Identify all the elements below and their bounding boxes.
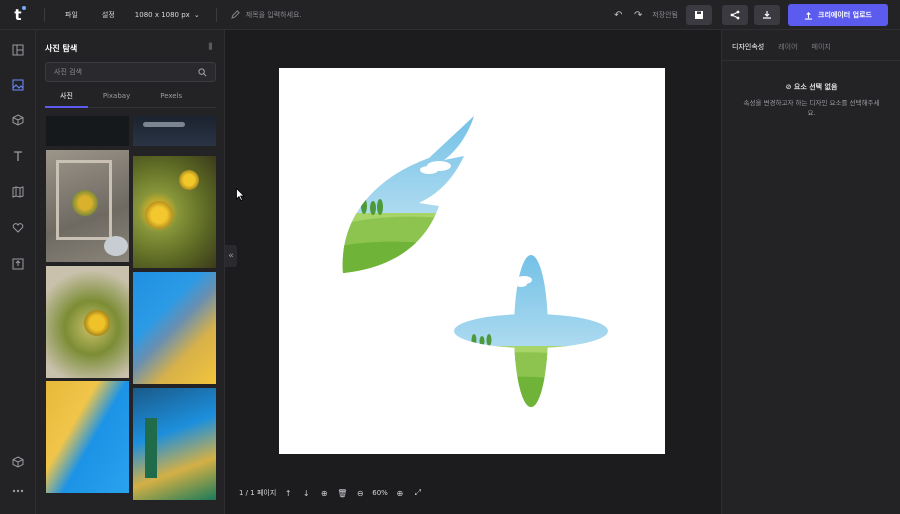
share-icon bbox=[730, 10, 740, 20]
pencil-icon bbox=[230, 10, 240, 19]
menu-file[interactable]: 파일 bbox=[53, 10, 90, 20]
photo-thumbnail[interactable] bbox=[46, 381, 129, 493]
canvas-bottom-bar: 1 / 1 페이지 ↑ ↓ ⊕ 🗑 ⊖ 60% ⊕ ⤢ bbox=[239, 482, 439, 504]
creator-upload-button[interactable]: 크리에이터 업로드 bbox=[788, 4, 888, 26]
left-rail bbox=[0, 30, 36, 514]
title-placeholder: 제목을 입력하세요. bbox=[245, 10, 302, 19]
package-icon[interactable] bbox=[10, 454, 26, 470]
download-button[interactable] bbox=[754, 5, 780, 25]
redo-icon[interactable]: ↷ bbox=[628, 5, 648, 25]
photo-thumbnail[interactable] bbox=[46, 150, 129, 262]
canvas-size-select[interactable]: 1080 x 1080 px ⌄ bbox=[127, 11, 208, 19]
mouse-cursor-icon bbox=[236, 188, 245, 201]
top-actions: ↶ ↷ 저장안됨 크리에이터 업로드 bbox=[608, 0, 900, 30]
canvas-workspace: 1 / 1 페이지 ↑ ↓ ⊕ 🗑 ⊖ 60% ⊕ ⤢ bbox=[225, 30, 721, 514]
chevron-down-icon: ⌄ bbox=[193, 10, 200, 19]
divider bbox=[44, 7, 45, 22]
top-bar: t 파일 설정 1080 x 1080 px ⌄ 제목을 입력하세요. ↶ ↷ … bbox=[0, 0, 900, 30]
arrow-down-icon[interactable]: ↓ bbox=[300, 487, 312, 499]
photo-thumbnail[interactable] bbox=[133, 116, 216, 146]
add-page-icon[interactable]: ⊕ bbox=[318, 487, 330, 499]
photo-thumbnail[interactable] bbox=[133, 272, 216, 384]
zoom-level: 60% bbox=[372, 489, 388, 497]
editor-app: t 파일 설정 1080 x 1080 px ⌄ 제목을 입력하세요. ↶ ↷ … bbox=[0, 0, 900, 514]
zoom-out-icon[interactable]: ⊖ bbox=[354, 487, 366, 499]
divider bbox=[722, 60, 900, 61]
panel-title: 사진 탐색 bbox=[45, 44, 78, 53]
photo-search-input[interactable]: 사진 검색 bbox=[45, 62, 216, 82]
no-selection-icon: ⊘ bbox=[785, 83, 794, 91]
properties-panel: 디자인속성 레이어 페이지 ⊘ 요소 선택 없음 속성을 변경하고자 하는 디자… bbox=[721, 30, 900, 514]
photo-thumbnail[interactable] bbox=[46, 266, 129, 378]
save-icon bbox=[695, 11, 703, 19]
menu-settings[interactable]: 설정 bbox=[90, 10, 127, 20]
photo-thumbnail[interactable] bbox=[46, 116, 129, 146]
search-icon[interactable] bbox=[198, 67, 207, 77]
design-artwork[interactable] bbox=[279, 68, 665, 454]
canvas-size-label: 1080 x 1080 px bbox=[134, 10, 190, 19]
download-icon bbox=[763, 11, 771, 19]
photo-thumbnail[interactable] bbox=[133, 156, 216, 268]
upload-icon bbox=[804, 11, 813, 20]
upload-label: 크리에이터 업로드 bbox=[818, 11, 872, 19]
design-page[interactable] bbox=[279, 68, 665, 454]
tab-layers[interactable]: 레이어 bbox=[778, 42, 797, 52]
layout-icon[interactable] bbox=[10, 42, 26, 58]
cube-icon[interactable] bbox=[10, 112, 26, 128]
save-status: 저장안됨 bbox=[652, 11, 678, 19]
collapse-panel-button[interactable]: « bbox=[225, 245, 237, 267]
tab-pexels[interactable]: Pexels bbox=[145, 88, 197, 108]
save-button[interactable] bbox=[686, 5, 712, 25]
fit-screen-icon[interactable]: ⤢ bbox=[412, 487, 424, 499]
page-indicator: 1 / 1 페이지 bbox=[239, 489, 277, 497]
text-icon[interactable] bbox=[10, 148, 26, 164]
divider bbox=[215, 7, 217, 22]
heart-icon[interactable] bbox=[10, 220, 26, 236]
tab-pages[interactable]: 페이지 bbox=[812, 42, 831, 52]
photo-source-tabs: 사진 Pixabay Pexels bbox=[45, 88, 216, 108]
properties-tabs: 디자인속성 레이어 페이지 bbox=[732, 42, 831, 52]
image-icon[interactable] bbox=[10, 77, 26, 93]
panel-menu-icon[interactable]: ⫼ bbox=[208, 42, 212, 52]
app-logo[interactable]: t bbox=[0, 0, 36, 30]
tab-pixabay[interactable]: Pixabay bbox=[88, 88, 145, 108]
title-input[interactable]: 제목을 입력하세요. bbox=[230, 10, 302, 20]
no-selection-text: 요소 선택 없음 bbox=[793, 83, 838, 91]
more-icon[interactable] bbox=[10, 483, 26, 499]
no-selection-description: 속성을 변경하고자 하는 디자인 요소를 선택해주세요. bbox=[743, 99, 880, 117]
undo-icon[interactable]: ↶ bbox=[608, 5, 628, 25]
zoom-in-icon[interactable]: ⊕ bbox=[394, 487, 406, 499]
arrow-up-icon[interactable]: ↑ bbox=[282, 487, 294, 499]
photo-panel: 사진 탐색 ⫼ 사진 검색 사진 Pixabay Pexels bbox=[36, 30, 225, 514]
share-button[interactable] bbox=[722, 5, 748, 25]
delete-page-icon[interactable]: 🗑 bbox=[336, 487, 348, 499]
search-placeholder: 사진 검색 bbox=[54, 68, 82, 76]
tab-design-properties[interactable]: 디자인속성 bbox=[732, 42, 764, 52]
photo-thumbnail[interactable] bbox=[133, 388, 216, 500]
no-selection-title: ⊘ 요소 선택 없음 bbox=[722, 82, 900, 92]
tab-photos[interactable]: 사진 bbox=[45, 88, 88, 108]
map-icon[interactable] bbox=[10, 184, 26, 200]
photo-grid bbox=[46, 116, 216, 514]
upload-icon[interactable] bbox=[10, 256, 26, 272]
